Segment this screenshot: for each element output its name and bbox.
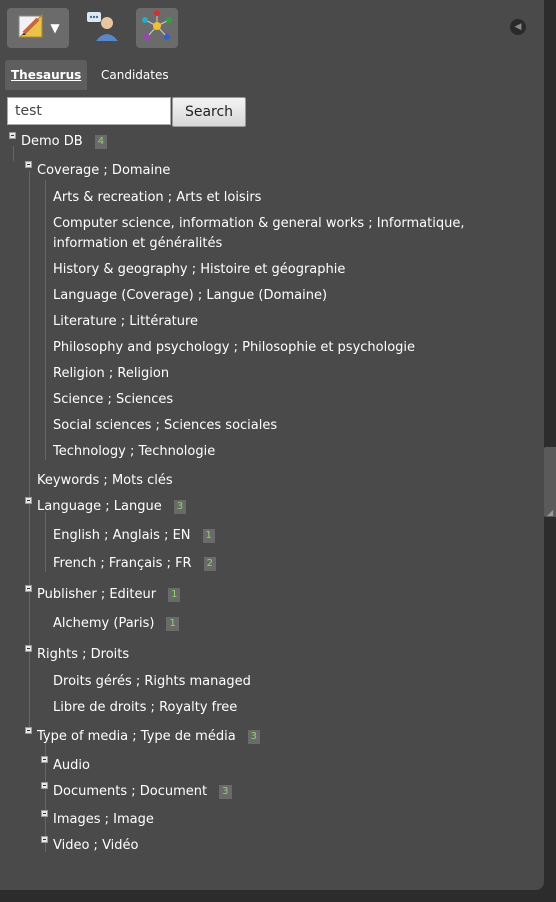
tree-node-keywords[interactable]: Keywords ; Mots clés xyxy=(37,471,173,491)
tree-node-images[interactable]: Images ; Image xyxy=(53,810,154,830)
tree-node-audio[interactable]: Audio xyxy=(53,756,90,776)
tree-leaf[interactable]: Libre de droits ; Royalty free xyxy=(53,698,237,718)
tree-node-documents[interactable]: Documents ; Document 3 xyxy=(53,782,232,802)
collapse-toggle-icon[interactable] xyxy=(9,132,16,139)
collapse-toggle-icon[interactable] xyxy=(25,161,32,168)
graph-view-button[interactable] xyxy=(136,8,178,48)
tree-leaf[interactable]: Alchemy (Paris) 1 xyxy=(53,614,179,634)
thesaurus-panel: ▼ ◀ Thesaurus Candidates test Search Dem… xyxy=(0,0,544,890)
count-badge: 3 xyxy=(173,500,187,514)
edit-menu-button[interactable]: ▼ xyxy=(7,8,69,48)
tree-leaf[interactable]: Language (Coverage) ; Langue (Domaine) xyxy=(53,286,327,306)
scrollbar-thumb[interactable] xyxy=(544,447,556,517)
collapse-toggle-icon[interactable] xyxy=(25,497,32,504)
tree-node-coverage[interactable]: Coverage ; Domaine xyxy=(37,161,170,181)
count-badge: 3 xyxy=(219,785,232,799)
expand-toggle-icon[interactable] xyxy=(41,782,48,789)
expand-toggle-icon[interactable] xyxy=(41,836,48,843)
tree-node-media[interactable]: Type of media ; Type de média 3 xyxy=(37,727,261,747)
toolbar: ▼ ◀ xyxy=(0,0,544,56)
tree-node-rights[interactable]: Rights ; Droits xyxy=(37,645,129,665)
node-label: Publisher ; Editeur xyxy=(37,587,157,602)
tree-leaf[interactable]: Technology ; Technologie xyxy=(53,442,215,462)
tree-leaf[interactable]: English ; Anglais ; EN 1 xyxy=(53,526,215,546)
tree-leaf[interactable]: History & geography ; Histoire et géogra… xyxy=(53,260,345,280)
tree-leaf[interactable]: Social sciences ; Sciences sociales xyxy=(53,416,277,436)
tree-guide-line xyxy=(13,146,14,161)
tree-leaf[interactable]: Computer science, information & general … xyxy=(53,214,503,254)
tab-candidates[interactable]: Candidates xyxy=(95,60,175,90)
tree-node-video[interactable]: Video ; Vidéo xyxy=(53,836,139,856)
node-label: Type of media ; Type de média xyxy=(37,729,236,744)
count-badge: 2 xyxy=(203,557,216,571)
collapse-left-icon[interactable]: ◀ xyxy=(510,19,526,35)
node-label: French ; Français ; FR xyxy=(53,556,192,571)
count-badge: 3 xyxy=(247,730,261,744)
tree-leaf[interactable]: French ; Français ; FR 2 xyxy=(53,554,216,574)
caret-down-icon: ▼ xyxy=(50,21,60,35)
tree-node-language[interactable]: Language ; Langue 3 xyxy=(37,497,187,517)
tree-leaf[interactable]: Droits gérés ; Rights managed xyxy=(53,672,251,692)
tree-node-root[interactable]: Demo DB 4 xyxy=(21,132,108,152)
tree-leaf[interactable]: Science ; Sciences xyxy=(53,390,173,410)
tree-guide-line xyxy=(45,512,46,572)
collapse-toggle-icon[interactable] xyxy=(25,645,32,652)
tree-leaf[interactable]: Arts & recreation ; Arts et loisirs xyxy=(53,188,261,208)
count-badge: 1 xyxy=(168,588,181,602)
node-label: Language ; Langue xyxy=(37,499,162,514)
count-badge: 1 xyxy=(166,617,179,631)
tree-leaf[interactable]: Philosophy and psychology ; Philosophie … xyxy=(53,338,415,358)
collapse-toggle-icon[interactable] xyxy=(25,585,32,592)
count-badge: 1 xyxy=(202,529,215,543)
collapse-toggle-icon[interactable] xyxy=(25,727,32,734)
search-input[interactable] xyxy=(7,97,171,125)
node-label: Alchemy (Paris) xyxy=(53,616,155,631)
users-button[interactable] xyxy=(82,8,124,48)
expand-toggle-icon[interactable] xyxy=(41,756,48,763)
expand-toggle-icon[interactable] xyxy=(41,810,48,817)
tree-leaf[interactable]: Religion ; Religion xyxy=(53,364,169,384)
node-label: Demo DB xyxy=(21,134,83,149)
count-badge: 4 xyxy=(94,135,108,149)
tree-guide-line xyxy=(45,180,46,460)
node-label: Documents ; Document xyxy=(53,784,208,799)
pencil-ruler-icon xyxy=(16,11,46,45)
tree-leaf[interactable]: Literature ; Littérature xyxy=(53,312,198,332)
tree-node-publisher[interactable]: Publisher ; Editeur 1 xyxy=(37,585,181,605)
resize-grip-icon[interactable]: ◢ xyxy=(547,508,553,517)
users-chat-icon xyxy=(85,9,121,47)
search-button[interactable]: Search xyxy=(172,97,246,127)
node-label: English ; Anglais ; EN xyxy=(53,528,191,543)
network-graph-icon xyxy=(140,9,174,47)
tab-thesaurus[interactable]: Thesaurus xyxy=(5,60,88,90)
